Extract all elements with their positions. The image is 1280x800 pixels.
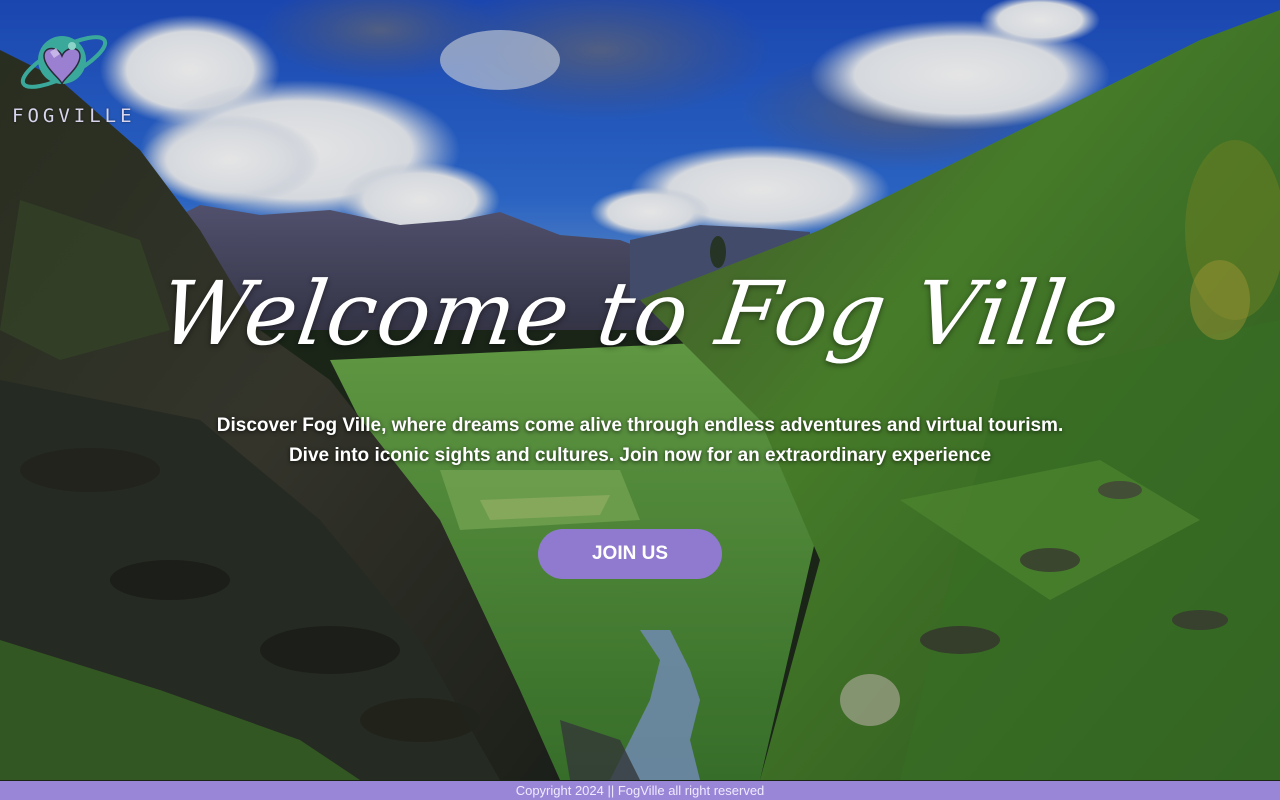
hero-background-image bbox=[0, 0, 1280, 800]
brand-logo[interactable]: FOGVILLE bbox=[10, 28, 132, 128]
hero-description: Discover Fog Ville, where dreams come al… bbox=[0, 411, 1280, 471]
globe-heart-icon bbox=[20, 35, 108, 89]
join-us-button[interactable]: JOIN US bbox=[538, 529, 722, 579]
brand-name: FOGVILLE bbox=[12, 105, 136, 127]
hero-description-line-2: Dive into iconic sights and cultures. Jo… bbox=[288, 445, 992, 466]
hero-description-line-1: Discover Fog Ville, where dreams come al… bbox=[216, 415, 1064, 436]
hero-title: Welcome to Fog Ville bbox=[153, 262, 1127, 365]
footer-copyright: Copyright 2024 || FogVille all right res… bbox=[0, 781, 1280, 800]
landing-page: FOGVILLE Welcome to Fog Ville Discover F… bbox=[0, 0, 1280, 800]
